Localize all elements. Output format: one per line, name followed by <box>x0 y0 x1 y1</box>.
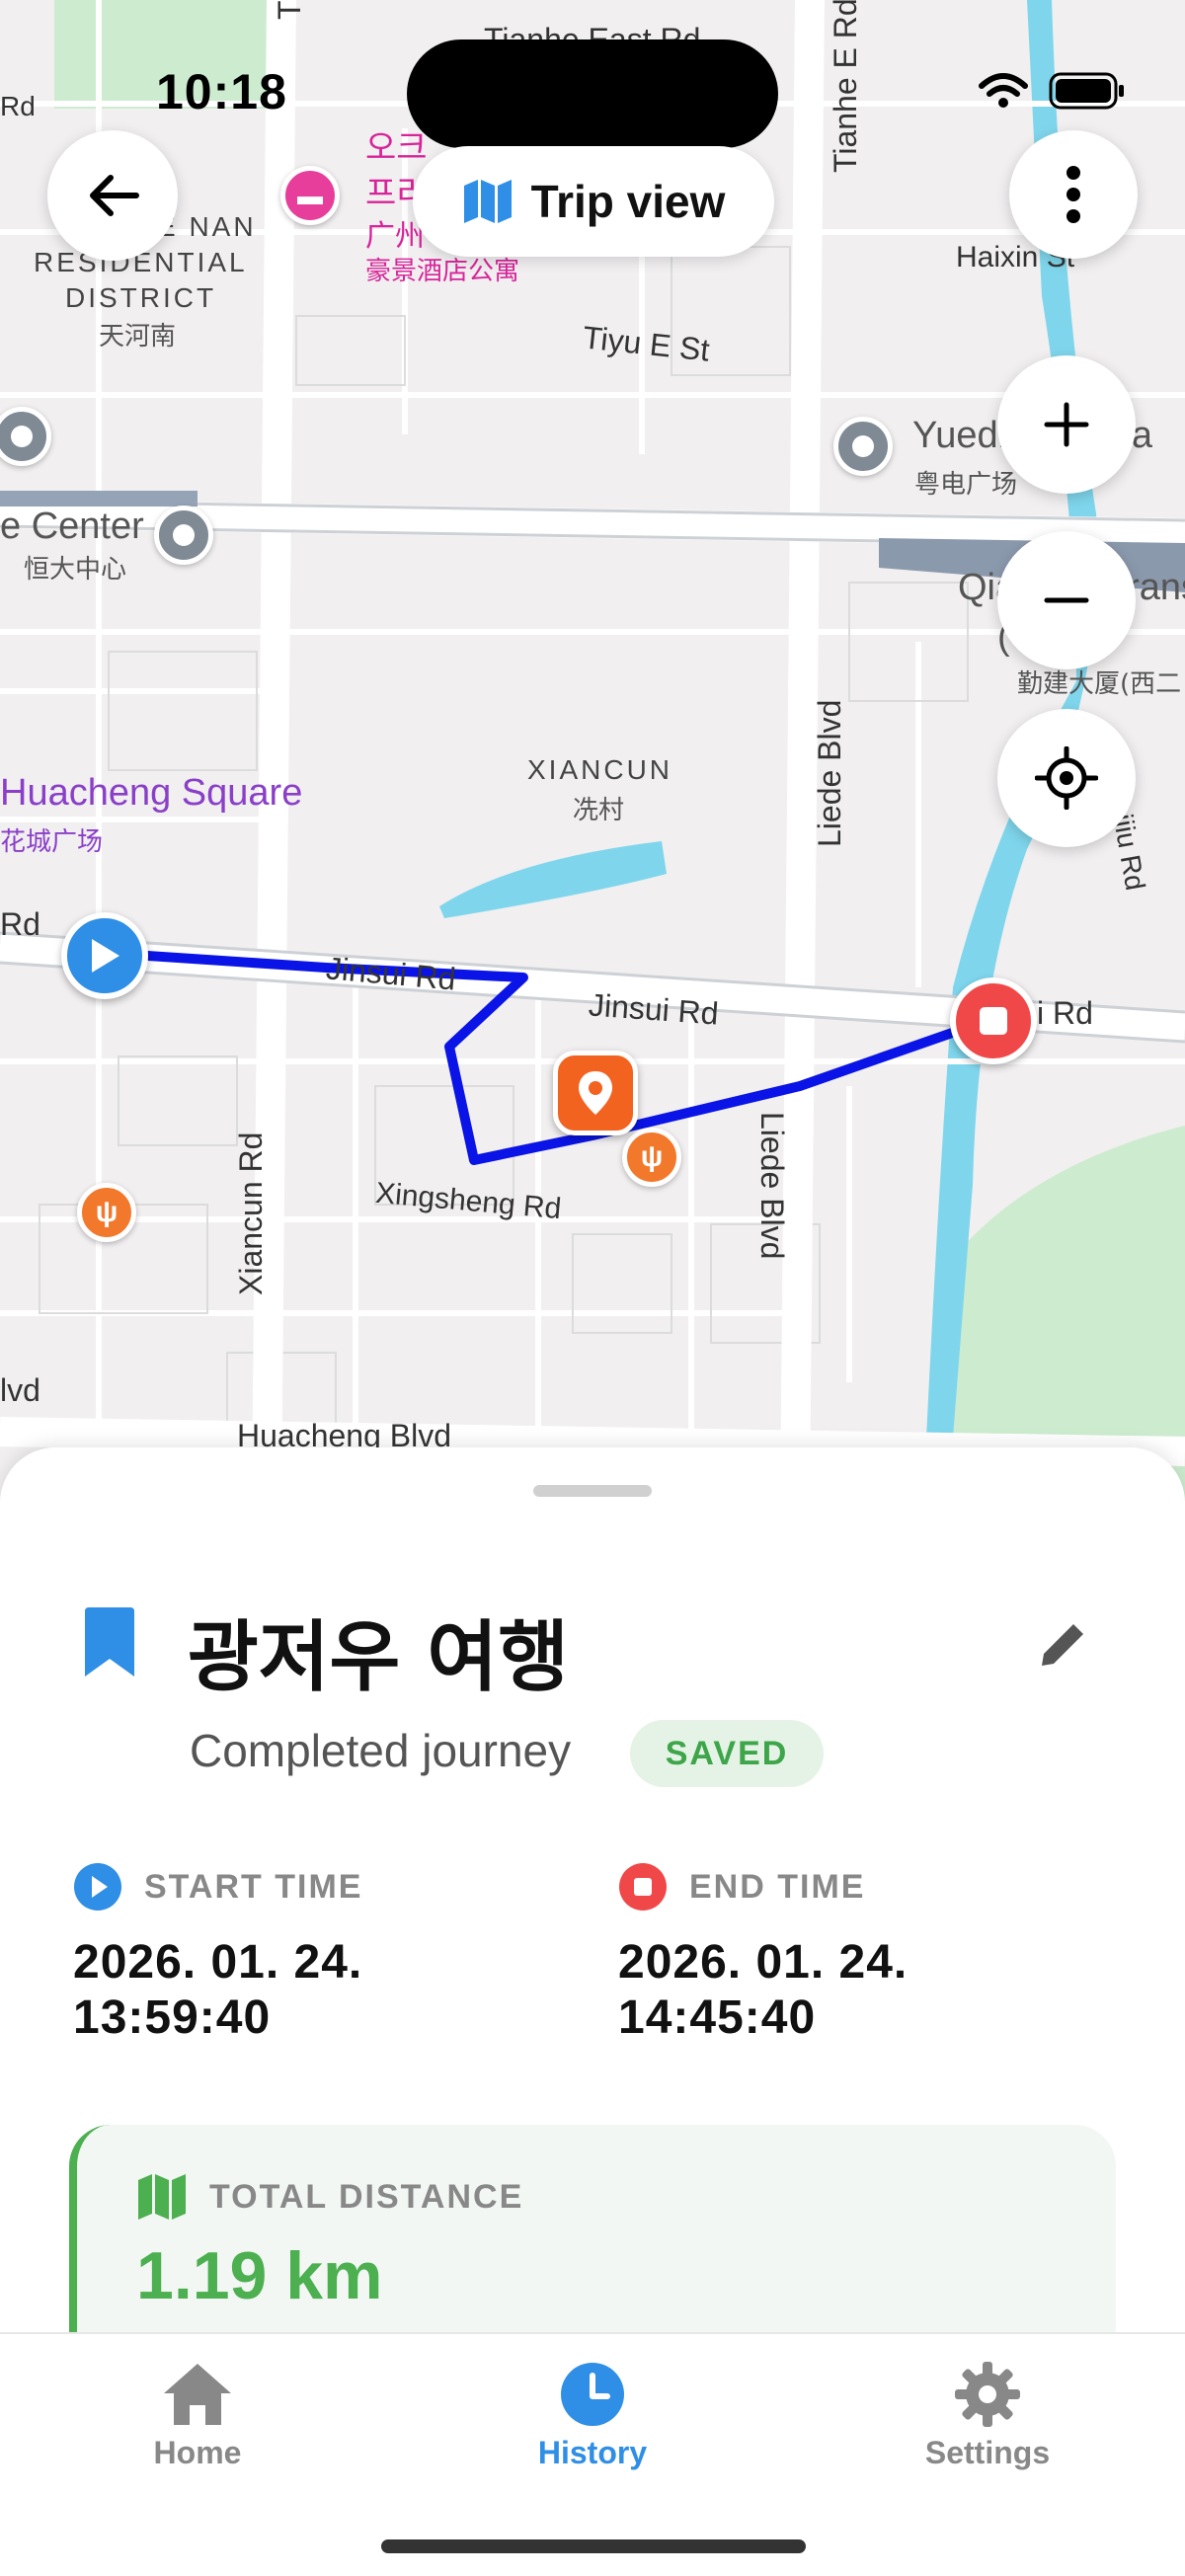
map-icon <box>463 180 512 223</box>
stop-icon <box>980 1007 1007 1035</box>
trip-title: 광저우 여행 <box>188 1613 569 1702</box>
status-icons <box>978 71 1126 111</box>
district-label-cn: 天河南 <box>99 322 177 351</box>
back-button[interactable] <box>47 130 178 261</box>
restaurant-pin-icon[interactable]: ψ <box>77 1183 136 1242</box>
poi-label-cn: 勤建大厦(西二 <box>1017 669 1182 699</box>
total-distance-value: 1.19 km <box>136 2238 383 2313</box>
poi-pin-icon[interactable] <box>154 506 213 565</box>
map-label: Rd <box>0 91 36 121</box>
tab-settings[interactable]: Settings <box>869 2362 1106 2471</box>
start-clock: 13:59:40 <box>73 1991 272 2044</box>
tab-home[interactable]: Home <box>79 2362 316 2471</box>
gear-icon <box>955 2362 1020 2427</box>
poi-pin-icon[interactable] <box>833 417 893 476</box>
map-view[interactable]: Tiyu E Rd Tianhe East Rd Tianhe E Rd Rd … <box>0 0 1185 1501</box>
trip-view-toggle[interactable]: Trip view <box>413 146 774 257</box>
plus-icon <box>1044 402 1089 447</box>
hotel-pin-icon[interactable]: ▬ <box>280 166 340 225</box>
more-options-button[interactable] <box>1009 130 1138 259</box>
location-pin-icon <box>579 1071 612 1115</box>
battery-icon <box>1049 72 1124 110</box>
back-arrow-icon <box>90 175 139 216</box>
zoom-out-button[interactable] <box>997 531 1136 669</box>
my-location-button[interactable] <box>997 709 1136 847</box>
total-distance-label: TOTAL DISTANCE <box>209 2177 524 2216</box>
dynamic-island <box>407 39 778 148</box>
crosshair-icon <box>1035 746 1098 810</box>
tab-label: Home <box>153 2435 242 2470</box>
district-label-cn: 冼村 <box>573 796 625 825</box>
clock-icon <box>561 2363 624 2426</box>
restaurant-pin-icon[interactable]: ψ <box>622 1128 681 1187</box>
start-time-block: START TIME 2026. 01. 24. 13:59:40 <box>73 1862 362 2046</box>
minus-icon <box>1044 597 1089 603</box>
more-vertical-icon <box>1066 166 1080 223</box>
edit-title-button[interactable] <box>1027 1609 1098 1680</box>
map-label: Tiyu E Rd <box>272 0 308 20</box>
pencil-icon <box>1042 1624 1083 1666</box>
map-label: Liede Blvd <box>812 699 847 847</box>
poi-label: e Center <box>0 506 144 547</box>
bookmark-icon <box>85 1607 134 1677</box>
trip-view-label: Trip view <box>530 176 726 227</box>
status-time: 10:18 <box>156 64 287 119</box>
map-label: Tianhe E Rd <box>828 0 863 173</box>
tab-history[interactable]: History <box>474 2362 711 2471</box>
end-clock: 14:45:40 <box>618 1991 817 2044</box>
trip-status-text: Completed journey <box>190 1725 572 1776</box>
stop-circle-icon <box>619 1863 667 1911</box>
map-label: Liede Blvd <box>754 1112 790 1260</box>
end-time-block: END TIME 2026. 01. 24. 14:45:40 <box>618 1862 908 2046</box>
map-label: Xiancun Rd <box>233 1132 269 1295</box>
map-label: i Rd <box>1037 995 1093 1031</box>
route-end-marker[interactable] <box>950 977 1037 1064</box>
district-label: DISTRICT <box>65 282 217 313</box>
start-time-label: START TIME <box>144 1867 363 1906</box>
sheet-grabber[interactable] <box>533 1485 652 1497</box>
district-label: XIANCUN <box>527 754 673 785</box>
home-indicator <box>381 2539 806 2553</box>
poi-label-cn: 恒大中心 <box>24 555 127 585</box>
map-icon <box>138 2174 186 2220</box>
poi-label: Huacheng Square <box>0 772 303 814</box>
location-marker[interactable] <box>553 1051 638 1135</box>
zoom-in-button[interactable] <box>997 355 1136 494</box>
end-time-label: END TIME <box>689 1867 866 1906</box>
wifi-icon <box>979 73 1028 108</box>
end-date: 2026. 01. 24. <box>618 1936 908 1989</box>
home-icon <box>164 2364 231 2425</box>
route-start-marker[interactable] <box>61 912 148 999</box>
tab-label: History <box>537 2435 648 2470</box>
play-circle-icon <box>74 1863 121 1911</box>
poi-label-cn: 粤电广场 <box>914 470 1018 500</box>
saved-badge: SAVED <box>630 1720 824 1787</box>
poi-label-cn: 花城广场 <box>0 827 104 857</box>
trip-details-sheet[interactable]: 광저우 여행 Completed journey SAVED START TIM… <box>0 1447 1185 2445</box>
map-label: Rd <box>0 906 40 942</box>
start-date: 2026. 01. 24. <box>73 1936 363 1989</box>
play-icon <box>92 939 119 973</box>
tab-label: Settings <box>924 2435 1051 2470</box>
map-label: lvd <box>0 1372 40 1408</box>
